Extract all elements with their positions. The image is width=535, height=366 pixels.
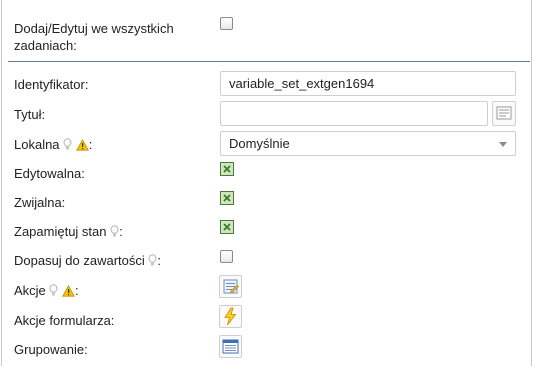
identifier-label: Identyfikator: bbox=[14, 77, 89, 92]
properties-panel: Dodaj/Edytuj we wszystkich zadaniach: Id… bbox=[1, 0, 532, 366]
actions-label-suffix: : bbox=[75, 283, 79, 298]
form-actions-button[interactable] bbox=[219, 305, 242, 328]
check-x-icon bbox=[223, 165, 231, 173]
collapsible-checkbox[interactable] bbox=[220, 191, 234, 205]
actions-edit-button[interactable] bbox=[219, 275, 242, 298]
remember-state-suffix: : bbox=[119, 224, 123, 239]
lightbulb-icon[interactable] bbox=[63, 138, 72, 151]
remember-state-label-group: Zapamiętuj stan : bbox=[14, 223, 123, 240]
section-divider bbox=[8, 61, 530, 62]
add-edit-all-checkbox[interactable] bbox=[220, 17, 233, 30]
check-x-icon bbox=[223, 194, 231, 202]
window-list-icon bbox=[222, 339, 239, 354]
warning-icon[interactable] bbox=[62, 285, 76, 297]
editable-checkbox[interactable] bbox=[220, 162, 234, 176]
fit-content-checkbox[interactable] bbox=[220, 250, 233, 263]
edit-list-icon bbox=[223, 279, 239, 294]
grouping-label: Grupowanie: bbox=[14, 342, 88, 357]
collapsible-label: Zwijalna: bbox=[14, 195, 66, 210]
local-label: Lokalna bbox=[14, 137, 60, 152]
actions-label-group: Akcje : bbox=[14, 282, 79, 299]
check-x-icon bbox=[223, 223, 231, 231]
add-edit-all-label: Dodaj/Edytuj we wszystkich zadaniach: bbox=[14, 21, 174, 53]
title-input[interactable] bbox=[220, 101, 488, 126]
grouping-button[interactable] bbox=[219, 335, 242, 358]
text-edit-icon bbox=[496, 106, 512, 120]
chevron-down-icon bbox=[499, 142, 507, 147]
warning-icon[interactable] bbox=[75, 139, 89, 151]
actions-label: Akcje bbox=[14, 283, 46, 298]
lightning-icon bbox=[224, 307, 237, 326]
local-select[interactable]: Domyślnie bbox=[220, 131, 516, 156]
form-actions-label: Akcje formularza: bbox=[14, 313, 115, 328]
local-label-group: Lokalna : bbox=[14, 136, 92, 153]
remember-state-label: Zapamiętuj stan bbox=[14, 224, 107, 239]
local-label-suffix: : bbox=[88, 137, 93, 152]
fit-content-label: Dopasuj do zawartości bbox=[14, 253, 145, 268]
identifier-input[interactable]: variable_set_extgen1694 bbox=[220, 71, 516, 96]
editable-label: Edytowalna: bbox=[14, 166, 85, 181]
fit-content-suffix: : bbox=[157, 253, 162, 268]
title-label: Tytuł: bbox=[14, 107, 46, 122]
lightbulb-icon[interactable] bbox=[49, 284, 58, 297]
fit-content-label-group: Dopasuj do zawartości : bbox=[14, 252, 161, 269]
local-select-value: Domyślnie bbox=[229, 136, 290, 151]
remember-state-checkbox[interactable] bbox=[220, 220, 234, 234]
lightbulb-icon[interactable] bbox=[110, 225, 119, 238]
title-edit-button[interactable] bbox=[492, 101, 516, 126]
